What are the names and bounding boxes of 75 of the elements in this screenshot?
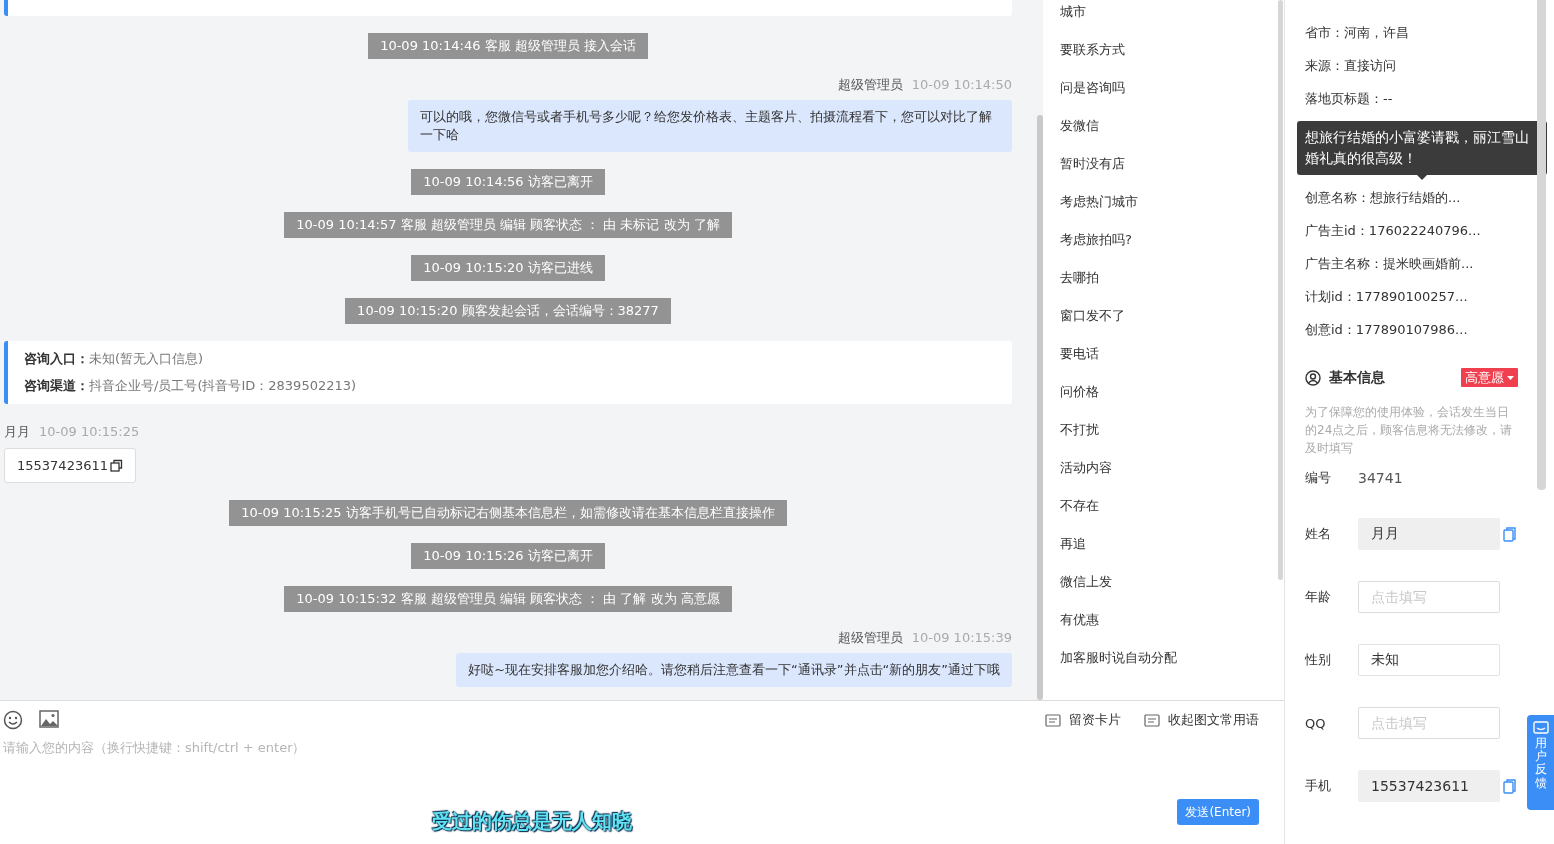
quick-reply-item[interactable]: 不打扰: [1060, 411, 1284, 449]
input-field[interactable]: 15537423611: [1358, 770, 1500, 802]
caret-icon: [1507, 375, 1514, 380]
info-row-text: 创意id：177890107986...: [1305, 321, 1469, 339]
toolbar-button[interactable]: 留资卡片: [1045, 711, 1121, 729]
quick-reply-item[interactable]: 微信上发: [1060, 563, 1284, 601]
field-label: QQ: [1305, 715, 1327, 731]
message-time: 10-09 10:14:50: [911, 76, 1012, 93]
info-value: 未知(暂无入口信息): [89, 350, 204, 368]
section-title: 基本信息: [1329, 368, 1386, 387]
quick-reply-item[interactable]: 加客服时说自动分配: [1060, 639, 1284, 677]
scrollbar[interactable]: [1537, 0, 1546, 490]
quick-reply-item[interactable]: 城市: [1060, 0, 1284, 31]
info-row-text: 创意名称：想旅行结婚的...: [1305, 189, 1462, 207]
sender-name: 月月: [4, 423, 30, 440]
quick-reply-item[interactable]: 有优惠: [1060, 601, 1284, 639]
message-text: 15537423611: [17, 458, 108, 473]
field-label: 性别: [1305, 651, 1332, 669]
sender-name: 超级管理员: [837, 629, 903, 646]
system-notice: 10-09 10:14:46 客服 超级管理员 接入会话: [368, 33, 648, 59]
toolbar-button[interactable]: 收起图文常用语: [1144, 711, 1259, 729]
hint-text: 为了保障您的使用体验，会话发生当日的24点之后，顾客信息将无法修改，请及时填写: [1305, 404, 1514, 457]
quick-reply-item[interactable]: 考虑热门城市: [1060, 183, 1284, 221]
input-field[interactable]: 未知: [1358, 644, 1500, 676]
info-row-text: 落地页标题：--: [1305, 90, 1394, 108]
info-row-text: 广告主id：176022240796...: [1305, 222, 1482, 240]
field-label: 年龄: [1305, 588, 1332, 606]
system-notice: 10-09 10:15:26 访客已离开: [411, 543, 605, 569]
system-notice: 10-09 10:14:56 访客已离开: [411, 169, 605, 195]
tooltip: 想旅行结婚的小富婆请戳，丽江雪山婚礼真的很高级！: [1297, 121, 1547, 175]
message-icon: [1144, 713, 1160, 727]
quick-reply-item[interactable]: 发微信: [1060, 107, 1284, 145]
info-row-text: 省市：河南，许昌: [1305, 24, 1410, 42]
info-row-text: 计划id：177890100257...: [1305, 288, 1469, 306]
message-icon: [1532, 721, 1549, 734]
lyrics-overlay: 受过的伤总是无人知晓: [432, 808, 632, 835]
info-label: 咨询渠道：: [24, 377, 89, 395]
system-notice: 10-09 10:15:32 客服 超级管理员 编辑 顾客状态 ： 由 了解 改为 高意愿: [284, 586, 732, 612]
info-label: 咨询入口：: [24, 350, 89, 368]
quick-reply-item[interactable]: 暂时没有店: [1060, 145, 1284, 183]
message-time: 10-09 10:15:39: [911, 629, 1012, 646]
copy-icon[interactable]: [110, 459, 123, 472]
status-dropdown[interactable]: 高意愿: [1461, 368, 1518, 387]
image-icon[interactable]: [39, 710, 59, 728]
quick-reply-item[interactable]: 再追: [1060, 525, 1284, 563]
scrollbar[interactable]: [1037, 115, 1043, 700]
field-label: 姓名: [1305, 525, 1332, 543]
system-notice: 10-09 10:14:57 客服 超级管理员 编辑 顾客状态 ： 由 未标记 改为 了解: [284, 212, 732, 238]
message-time: 10-09 10:15:25: [39, 423, 140, 440]
field-label: 手机: [1305, 777, 1332, 795]
quick-reply-item[interactable]: 不存在: [1060, 487, 1284, 525]
emoji-icon[interactable]: [3, 710, 23, 730]
quick-reply-item[interactable]: 活动内容: [1060, 449, 1284, 487]
system-notice: 10-09 10:15:20 顾客发起会话，会话编号：38277: [345, 298, 671, 324]
quick-reply-item[interactable]: 窗口发不了: [1060, 297, 1284, 335]
info-row-text: 来源：直接访问: [1305, 57, 1397, 75]
sender-name: 超级管理员: [837, 76, 903, 93]
quick-reply-item[interactable]: 去哪拍: [1060, 259, 1284, 297]
quick-reply-item[interactable]: 要联系方式: [1060, 31, 1284, 69]
user-icon: [1305, 369, 1321, 386]
quick-reply-item[interactable]: 问价格: [1060, 373, 1284, 411]
message-bubble: 可以的哦，您微信号或者手机号多少呢？给您发价格表、主题客片、拍摄流程看下，您可以对比了解一下哈: [408, 100, 1012, 152]
system-notice: 10-09 10:15:25 访客手机号已自动标记右侧基本信息栏，如需修改请在基本信息栏直接操作: [229, 500, 787, 526]
quick-reply-item[interactable]: 问是咨询吗: [1060, 69, 1284, 107]
scrollbar[interactable]: [1278, 0, 1283, 580]
info-row-text: 广告主名称：提米映画婚前...: [1305, 255, 1475, 273]
quick-reply-item[interactable]: 要电话: [1060, 335, 1284, 373]
field-value: 34741: [1358, 470, 1403, 486]
system-notice: 10-09 10:15:20 访客已进线: [411, 255, 605, 281]
message-icon: [1045, 713, 1061, 727]
message-bubble: 好哒~现在安排客服加您介绍哈。请您稍后注意查看一下“通讯录”并点击“新的朋友”通过下哦: [456, 653, 1012, 687]
quick-reply-item[interactable]: 考虑旅拍吗?: [1060, 221, 1284, 259]
input-field[interactable]: 月月: [1358, 518, 1500, 550]
info-value: 抖音企业号/员工号(抖音号ID：2839502213): [89, 377, 357, 395]
field-label: 编号: [1305, 469, 1332, 487]
